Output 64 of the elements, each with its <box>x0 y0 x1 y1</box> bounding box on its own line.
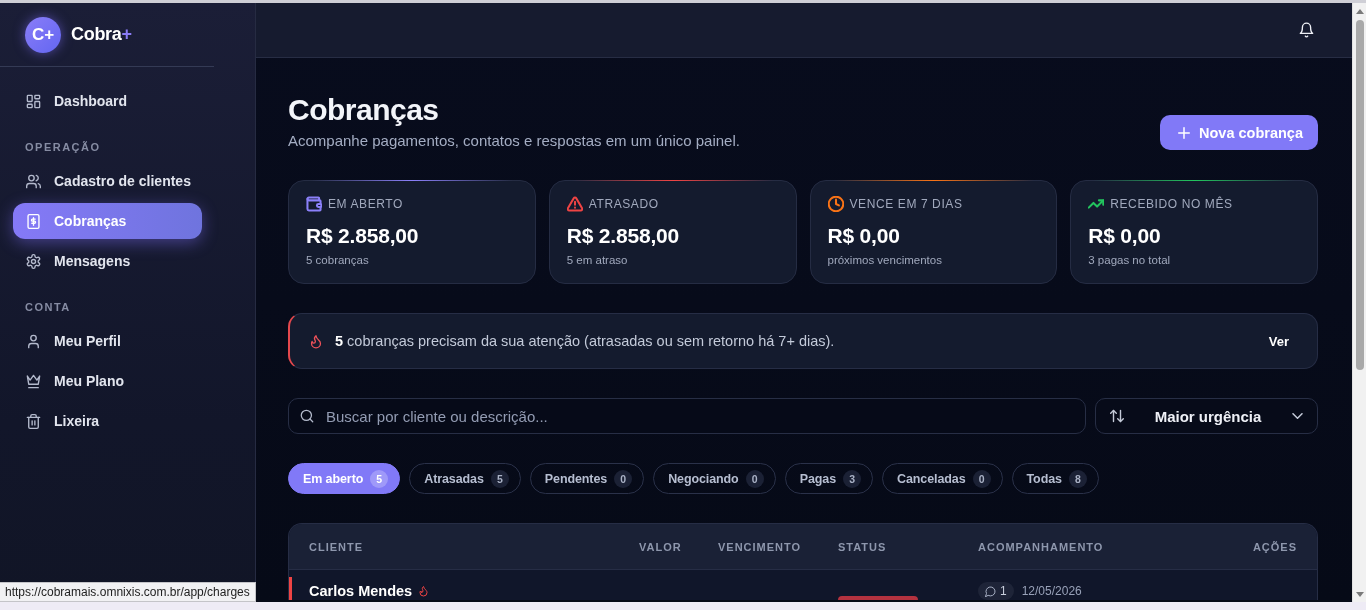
users-icon <box>26 173 41 189</box>
grid-icon <box>26 93 41 109</box>
stat-caption: 5 em atraso <box>566 253 628 268</box>
stat-caption: 5 cobranças <box>306 253 369 268</box>
alert-message: 5 cobranças precisam da sua atenção (atrasadas ou sem retorno há 7+ dias). <box>335 333 835 349</box>
brand-name: Cobra+ <box>71 24 132 45</box>
column-header: VENCIMENTO <box>718 540 802 553</box>
chat-bubble-icon <box>985 585 996 597</box>
search-icon <box>300 409 314 423</box>
scroll-down-icon[interactable] <box>1355 592 1364 597</box>
nav-item[interactable]: Mensagens <box>13 243 202 279</box>
section-label: OPERAÇÃO <box>25 140 101 154</box>
column-header: CLIENTE <box>309 540 364 553</box>
view-button[interactable]: Ver <box>1258 327 1299 355</box>
count-badge: 0 <box>745 469 764 488</box>
trash-icon <box>26 413 41 429</box>
scroll-up-icon[interactable] <box>1355 9 1364 14</box>
page-subtitle: Acompanhe pagamentos, contatos e respostas em um único painel. <box>288 131 740 151</box>
flame-icon <box>309 333 323 349</box>
count-badge: 8 <box>1068 469 1087 488</box>
section-label: CONTA <box>25 300 71 314</box>
count-badge: 3 <box>843 469 861 488</box>
stat-value: R$ 0,00 <box>827 223 900 249</box>
column-header: AÇÕES <box>1252 540 1297 553</box>
count-badge: 0 <box>972 469 991 488</box>
link-preview: https://cobramais.omnixis.com.br/app/charges <box>0 582 256 602</box>
count-badge: 5 <box>490 469 509 488</box>
nav-item[interactable]: Meu Plano <box>13 363 202 399</box>
stat-label: RECEBIDO NO MÊS <box>1110 197 1233 211</box>
column-header: STATUS <box>838 540 887 553</box>
bell-icon[interactable] <box>1299 22 1314 38</box>
column-header: VALOR <box>639 540 682 553</box>
sort-icon <box>1110 409 1124 423</box>
nav-item[interactable]: Cadastro de clientes <box>13 163 202 199</box>
stat-value: R$ 2.858,00 <box>306 223 419 249</box>
stat-caption: próximos vencimentos <box>827 253 942 268</box>
nav-item[interactable]: Lixeira <box>13 403 202 439</box>
nav-item[interactable]: Cobranças <box>13 203 202 239</box>
caret-icon <box>1292 413 1303 419</box>
client-name: Carlos Mendes <box>309 582 413 600</box>
stat-label: ATRASADO <box>588 197 659 211</box>
receipt-icon <box>26 213 41 229</box>
contact-date: 12/05/2026 <box>1021 583 1082 600</box>
vertical-scrollbar[interactable] <box>1352 3 1366 602</box>
count-badge: 0 <box>614 469 633 488</box>
column-header: ACOMPANHAMENTO <box>978 540 1104 553</box>
plus-icon <box>1178 126 1191 139</box>
stat-label: VENCE EM 7 DIAS <box>849 197 963 211</box>
nav-item[interactable]: Meu Perfil <box>13 323 202 359</box>
user-icon <box>26 333 41 349</box>
nav-item[interactable]: Dashboard <box>13 83 202 119</box>
scrollbar-thumb[interactable] <box>1355 20 1364 370</box>
page-title: Cobranças <box>288 92 439 128</box>
stat-value: R$ 0,00 <box>1088 223 1161 249</box>
search-field[interactable]: Buscar por cliente ou descrição... <box>288 398 1086 434</box>
count-badge: 5 <box>370 469 389 488</box>
crown-icon <box>26 373 41 389</box>
stat-label: EM ABERTO <box>328 197 403 211</box>
sort-dropdown[interactable]: Maior urgência <box>1095 398 1318 434</box>
stat-caption: 3 pagas no total <box>1088 253 1171 268</box>
gear-icon <box>26 253 41 269</box>
comment-count: 1 <box>1000 584 1007 598</box>
logo-badge: C+ <box>25 16 61 53</box>
stat-value: R$ 2.858,00 <box>566 223 679 249</box>
